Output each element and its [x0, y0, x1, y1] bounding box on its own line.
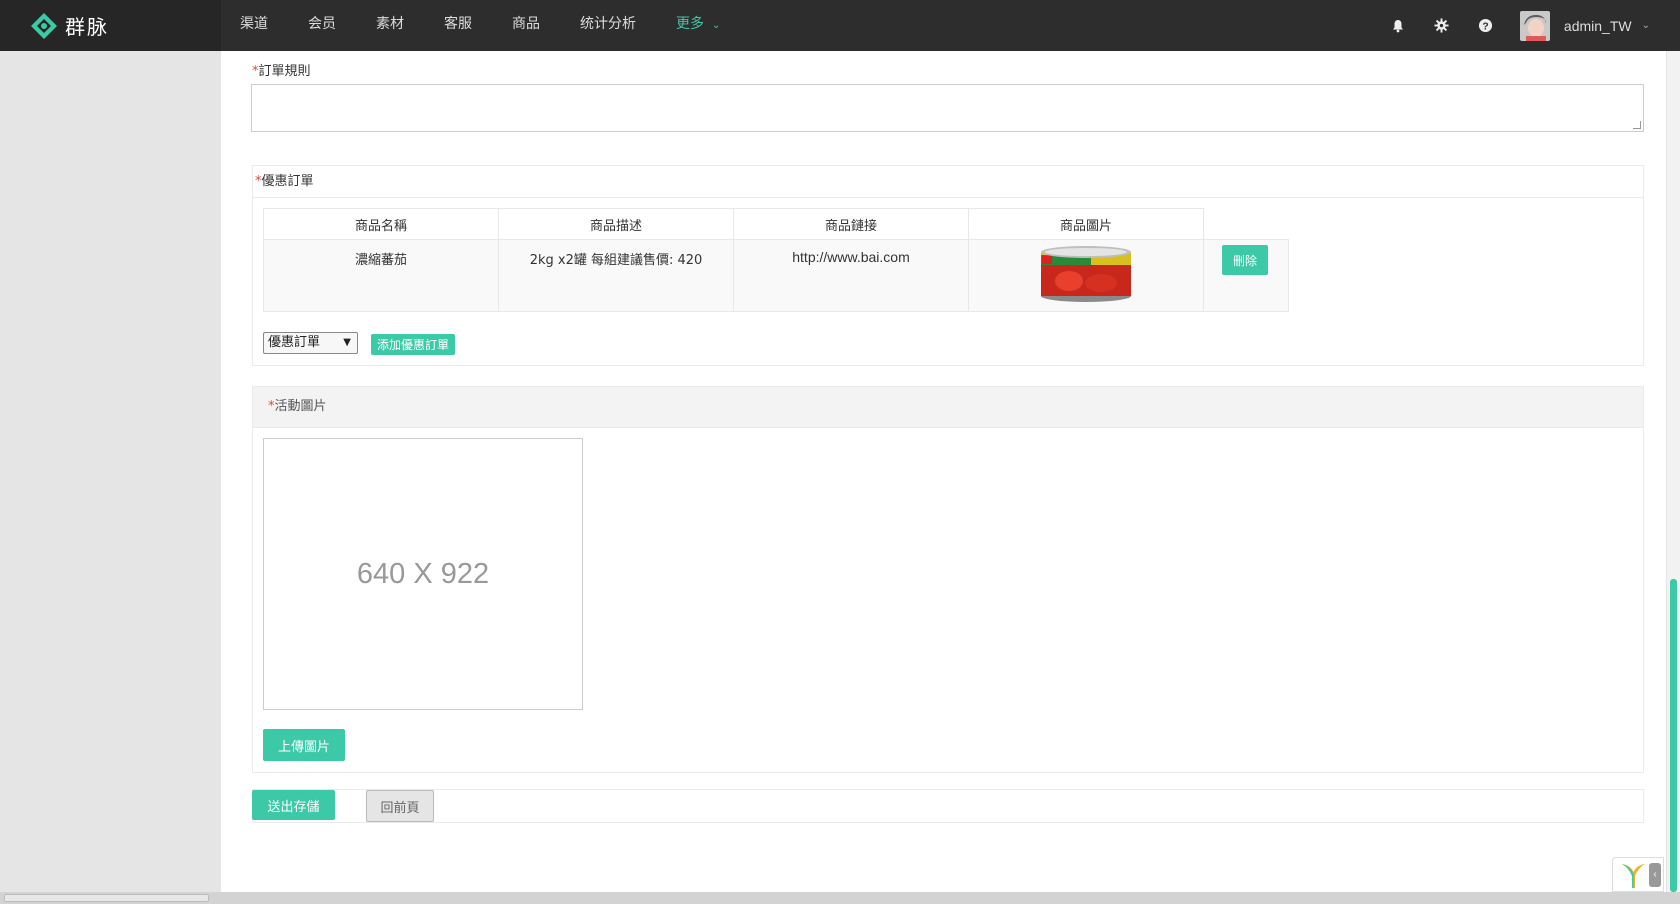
nav-item-label: 渠道: [240, 16, 268, 32]
scrollbar-thumb[interactable]: [4, 894, 209, 902]
nav-item-material[interactable]: 素材: [361, 0, 419, 51]
nav-item-label: 商品: [512, 16, 540, 32]
table-row: 濃縮蕃茄 2kg x2罐 每組建議售價: 420 http://www.bai.…: [263, 239, 1289, 312]
product-desc-cell: 2kg x2罐 每組建議售價: 420: [498, 239, 734, 312]
gear-icon[interactable]: [1420, 0, 1464, 51]
upload-image-button[interactable]: 上傳圖片: [263, 729, 345, 761]
nav-item-service[interactable]: 客服: [429, 0, 487, 51]
floating-widget[interactable]: ‹: [1612, 857, 1664, 892]
resize-handle-icon[interactable]: [1633, 121, 1641, 129]
brand-mark-icon: [1622, 863, 1645, 888]
nav-item-more[interactable]: 更多 ⌄: [661, 0, 735, 51]
discount-order-header: *優惠訂單: [253, 166, 1643, 198]
product-image-cell: [968, 239, 1204, 312]
nav-item-analytics[interactable]: 统计分析: [565, 0, 651, 51]
nav-item-member[interactable]: 会员: [293, 0, 351, 51]
nav-item-channel[interactable]: 渠道: [225, 0, 283, 51]
order-rule-label-text: 訂單規則: [258, 64, 311, 79]
dropdown-arrow-icon: ▼: [343, 337, 351, 348]
product-image: [1041, 246, 1131, 302]
svg-text:?: ?: [1483, 21, 1489, 32]
form-actions-bar: [252, 789, 1644, 823]
nav-item-label: 素材: [376, 16, 404, 32]
top-navbar: 群脉 渠道 会员 素材 客服 商品 统计分析 更多 ⌄ ? admin_TW ⌄: [0, 0, 1680, 51]
product-name-cell: 濃縮蕃茄: [263, 239, 499, 312]
avatar[interactable]: [1519, 10, 1550, 41]
username[interactable]: admin_TW: [1564, 18, 1632, 34]
help-icon[interactable]: ?: [1464, 0, 1508, 51]
order-rule-label: *訂單規則: [252, 60, 311, 79]
column-header-desc: 商品描述: [498, 208, 734, 240]
add-discount-order-button[interactable]: 添加優惠訂單: [371, 334, 455, 355]
activity-image-label: 活動圖片: [274, 399, 327, 414]
brand-name: 群脉: [65, 15, 109, 39]
nav-item-label: 更多: [676, 16, 704, 32]
bell-icon[interactable]: [1376, 0, 1420, 51]
nav-item-label: 统计分析: [580, 16, 636, 32]
column-header-link: 商品鏈接: [733, 208, 969, 240]
vertical-scrollbar[interactable]: [1666, 51, 1680, 892]
table-header-row: 商品名稱 商品描述 商品鏈接 商品圖片: [263, 208, 1289, 240]
nav-item-label: 会员: [308, 16, 336, 32]
discount-order-label: 優惠訂單: [261, 174, 314, 189]
main-nav: 渠道 会员 素材 客服 商品 统计分析 更多 ⌄: [225, 0, 745, 51]
scrollbar-thumb[interactable]: [1670, 579, 1677, 892]
submit-save-button[interactable]: 送出存儲: [252, 790, 335, 820]
chevron-down-icon: ⌄: [712, 20, 721, 31]
chevron-left-icon[interactable]: ‹: [1649, 863, 1661, 887]
chevron-down-icon[interactable]: ⌄: [1642, 20, 1650, 31]
brand-logo-icon: [31, 12, 57, 39]
product-link-cell: http://www.bai.com: [733, 239, 969, 312]
select-value: 優惠訂單: [268, 335, 321, 350]
discount-product-table: 商品名稱 商品描述 商品鏈接 商品圖片 濃縮蕃茄 2kg x2罐 每組建議售價:…: [263, 208, 1289, 312]
column-header-name: 商品名稱: [263, 208, 499, 240]
discount-order-select[interactable]: 優惠訂單 ▼: [263, 332, 358, 354]
topbar-right: ? admin_TW ⌄: [1376, 0, 1680, 51]
delete-row-button[interactable]: 刪除: [1222, 245, 1268, 275]
nav-item-label: 客服: [444, 16, 472, 32]
column-header-image: 商品圖片: [968, 208, 1204, 240]
activity-image-header: *活動圖片: [253, 387, 1643, 428]
back-button[interactable]: 回前頁: [366, 790, 434, 822]
left-sidebar: [0, 51, 221, 904]
image-size-hint: 640 X 922: [356, 557, 490, 590]
brand-logo-area[interactable]: 群脉: [0, 0, 221, 51]
horizontal-scrollbar[interactable]: [0, 892, 1680, 904]
activity-image-placeholder: 640 X 922: [263, 438, 583, 710]
nav-item-product[interactable]: 商品: [497, 0, 555, 51]
order-rule-textarea[interactable]: [251, 84, 1644, 132]
